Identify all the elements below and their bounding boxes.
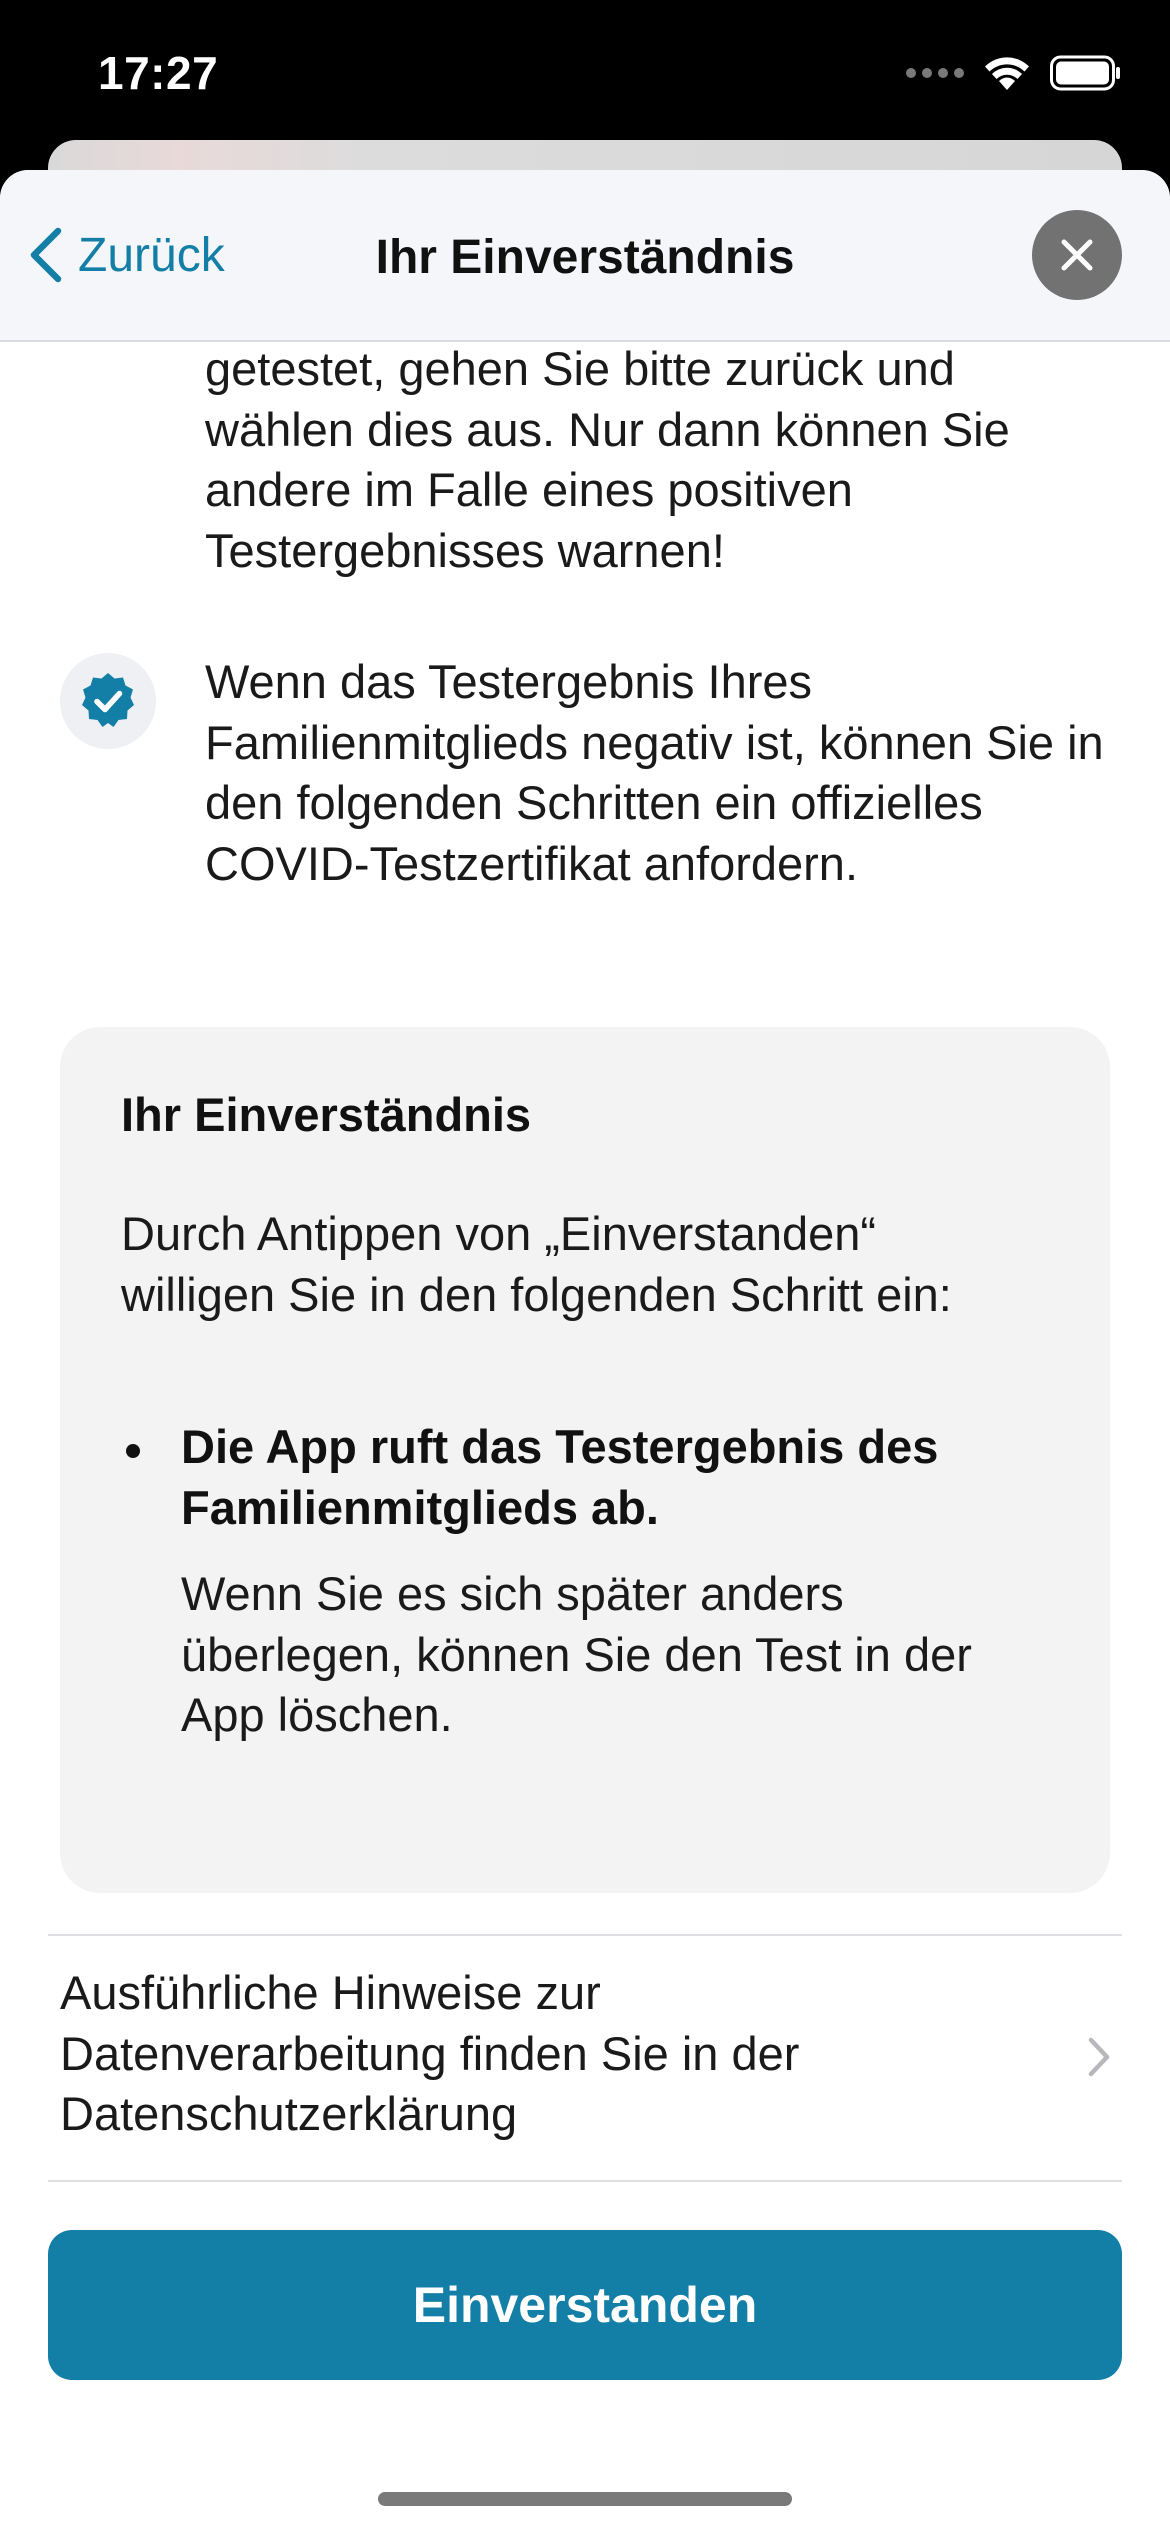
consent-card-intro: Durch Antippen von „Einverstanden“ willi… xyxy=(121,1207,952,1321)
close-button[interactable] xyxy=(1032,210,1122,300)
bullet-dot xyxy=(126,1444,140,1458)
cellular-signal-icon xyxy=(906,68,964,78)
info-paragraph: getestet, gehen Sie bitte zurück und wäh… xyxy=(205,342,1010,577)
wifi-icon xyxy=(985,57,1029,90)
check-item-text: Wenn das Testergebnis Ihres Familienmitg… xyxy=(205,655,1104,890)
consent-bullet-title: Die App ruft das Testergebnis des Famili… xyxy=(181,1420,939,1534)
agree-button[interactable]: Einverstanden xyxy=(48,2230,1122,2380)
consent-bullet-text: Wenn Sie es sich später anders überlegen… xyxy=(181,1567,972,1741)
privacy-policy-text: Ausführliche Hinweise zur Datenverarbeit… xyxy=(60,1966,800,2140)
navigation-bar: Zurück Ihr Einverständnis xyxy=(0,170,1170,342)
close-icon xyxy=(1061,239,1093,271)
privacy-policy-link[interactable]: Ausführliche Hinweise zur Datenverarbeit… xyxy=(48,1936,1122,2180)
home-indicator xyxy=(378,2492,792,2506)
status-bar: 17:27 xyxy=(0,0,1170,140)
battery-icon xyxy=(1050,55,1120,91)
consent-sheet: Zurück Ihr Einverständnis getestet, gehe… xyxy=(0,170,1170,2532)
chevron-right-icon xyxy=(1088,2037,1110,2077)
check-item-icon-wrap xyxy=(60,653,156,749)
consent-card: Ihr Einverständnis Durch Antippen von „E… xyxy=(60,1027,1110,1893)
status-time: 17:27 xyxy=(98,47,219,99)
consent-card-title: Ihr Einverständnis xyxy=(121,1088,532,1141)
divider xyxy=(48,2180,1122,2182)
status-icons xyxy=(906,54,1122,92)
page-title: Ihr Einverständnis xyxy=(375,231,795,284)
verified-check-icon xyxy=(82,673,134,727)
